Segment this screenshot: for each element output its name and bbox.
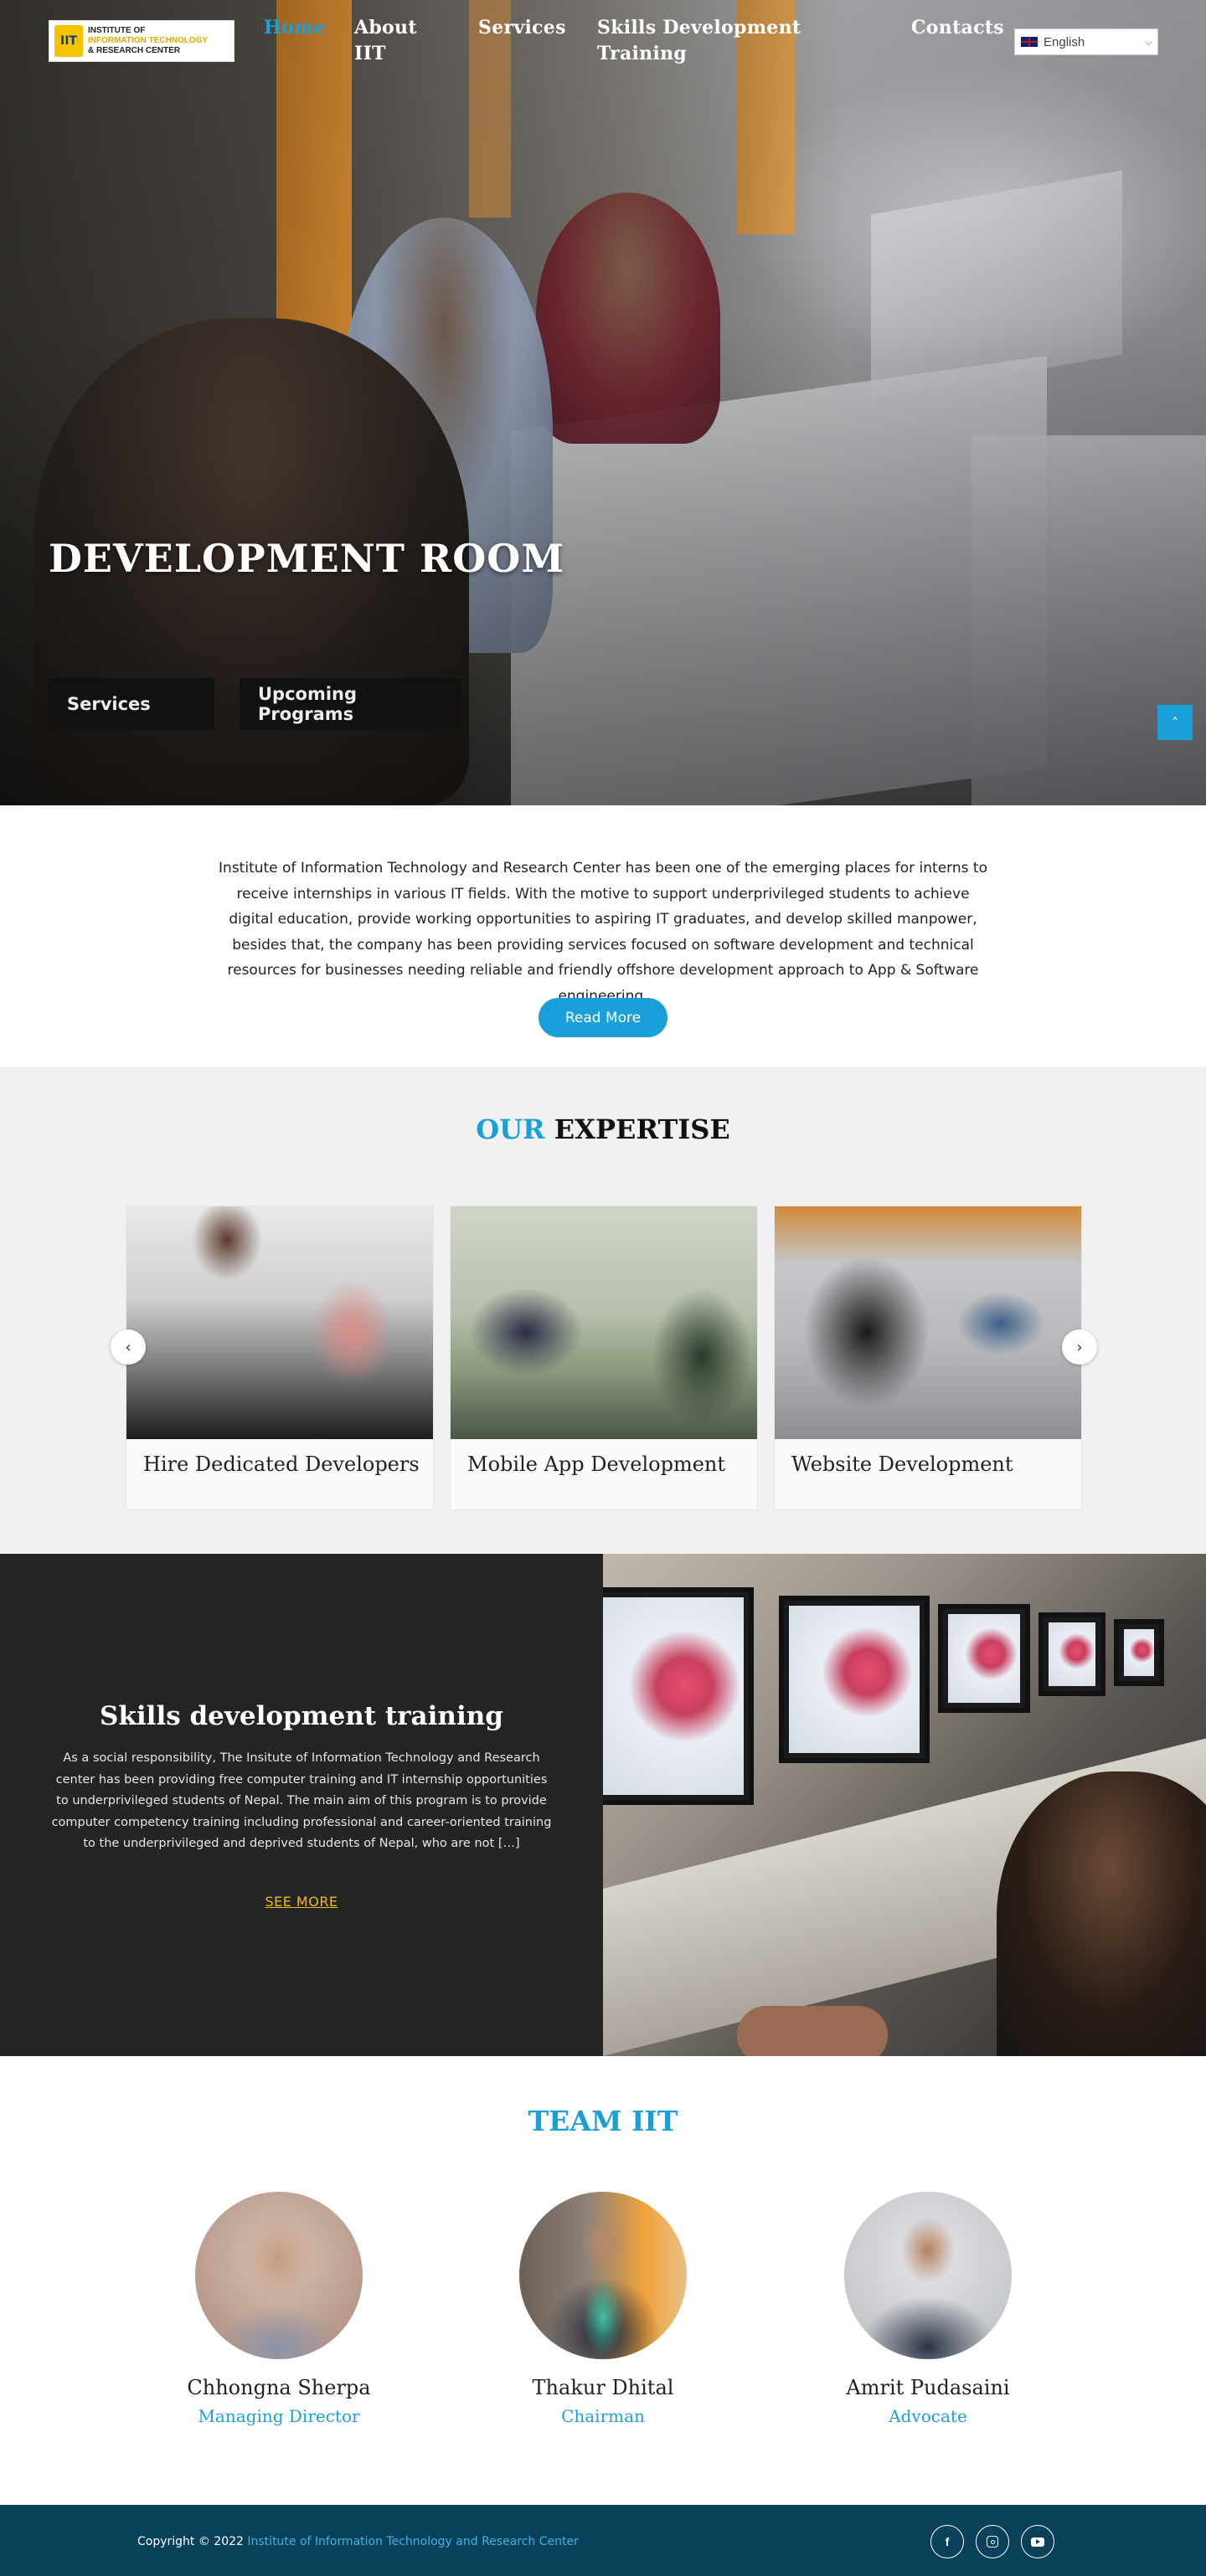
uk-flag-icon	[1020, 36, 1038, 48]
team-member-role: Advocate	[889, 2406, 967, 2426]
instagram-button[interactable]	[976, 2525, 1009, 2558]
site-logo[interactable]: IIT INSTITUTE OF INFORMATION TECHNOLOGY …	[49, 20, 234, 62]
team-member-role: Chairman	[561, 2406, 645, 2426]
logo-text-line: INFORMATION TECHNOLOGY	[88, 36, 209, 45]
copyright-text: Copyright © 2022 Institute of Informatio…	[137, 2535, 579, 2548]
hero-services-button[interactable]: Services	[49, 678, 214, 730]
team-member-role: Managing Director	[198, 2406, 360, 2426]
logo-text: INSTITUTE OF INFORMATION TECHNOLOGY & RE…	[88, 26, 208, 56]
hero-title: DEVELOPMENT ROOM	[49, 536, 565, 581]
footer-org-link[interactable]: Institute of Information Technology and …	[247, 2535, 578, 2548]
language-selected: English	[1044, 34, 1085, 49]
carousel-next-button[interactable]: ›	[1062, 1329, 1097, 1365]
skills-training-photo	[603, 1554, 1206, 2056]
carousel-prev-button[interactable]: ‹	[111, 1329, 146, 1365]
scroll-to-top-button[interactable]: ˄	[1157, 705, 1193, 740]
avatar	[519, 2192, 687, 2359]
youtube-icon	[1031, 2537, 1044, 2547]
see-more-row: SEE MORE	[0, 1894, 603, 1910]
hero-upcoming-programs-button[interactable]: Upcoming Programs	[240, 678, 461, 730]
expertise-card-caption: Mobile App Development	[467, 1453, 726, 1476]
photo-detail	[737, 2006, 888, 2056]
expertise-card-caption: Hire Dedicated Developers	[143, 1453, 420, 1476]
logo-emblem-icon: IIT	[54, 25, 83, 57]
nav-about-label: About	[354, 17, 417, 39]
copyright-label: Copyright © 2022	[137, 2535, 244, 2548]
team-member-name: Chhongna Sherpa	[187, 2376, 371, 2399]
expertise-card[interactable]: Hire Dedicated Developers	[126, 1206, 434, 1510]
nav-about[interactable]: About IIT	[354, 15, 417, 67]
skills-text: As a social responsibility, The Insitute…	[51, 1751, 552, 1850]
read-more-button[interactable]: Read More	[539, 998, 667, 1037]
team-member: Chhongna Sherpa Managing Director	[153, 2192, 405, 2426]
nav-services[interactable]: Services	[478, 15, 566, 41]
see-more-link[interactable]: SEE MORE	[265, 1894, 338, 1910]
photo-detail	[1114, 1619, 1164, 1686]
team-member-name: Amrit Pudasaini	[846, 2376, 1010, 2399]
chevron-down-icon: ⌵	[1144, 35, 1152, 48]
photo-detail	[603, 1587, 754, 1805]
nav-contacts[interactable]: Contacts	[911, 15, 1004, 41]
expertise-card[interactable]: Website Development	[774, 1206, 1082, 1510]
photo-detail	[938, 1604, 1030, 1713]
skills-title: Skills development training	[100, 1701, 503, 1731]
team-member: Amrit Pudasaini Advocate	[802, 2192, 1054, 2426]
instagram-icon	[987, 2536, 998, 2548]
avatar	[844, 2192, 1012, 2359]
team-member: Thakur Dhital Chairman	[477, 2192, 729, 2426]
chevron-left-icon: ‹	[125, 1338, 131, 1356]
nav-skills-label: Skills Development	[597, 17, 801, 39]
logo-text-line: INSTITUTE OF	[88, 26, 146, 35]
expertise-card[interactable]: Mobile App Development	[450, 1206, 758, 1510]
expertise-card-image	[775, 1206, 1081, 1439]
chevron-up-icon: ˄	[1172, 714, 1178, 731]
facebook-icon: f	[945, 2535, 950, 2548]
expertise-card-image	[451, 1206, 757, 1439]
photo-detail	[779, 1596, 930, 1763]
facebook-button[interactable]: f	[930, 2525, 964, 2558]
expertise-title-main: EXPERTISE	[554, 1113, 730, 1145]
expertise-title: OUR EXPERTISE	[0, 1113, 1206, 1145]
logo-text-line: & RESEARCH CENTER	[88, 46, 181, 55]
nav-home[interactable]: Home	[264, 15, 326, 41]
nav-about-label: IIT	[354, 43, 386, 64]
expertise-card-caption: Website Development	[791, 1453, 1013, 1476]
chevron-right-icon: ›	[1076, 1338, 1083, 1356]
nav-skills-label: Training	[597, 43, 688, 64]
expertise-card-image	[126, 1206, 433, 1439]
team-title: TEAM IIT	[528, 2105, 678, 2137]
photo-detail	[1038, 1612, 1106, 1696]
intro-text: Institute of Information Technology and …	[219, 860, 987, 1005]
language-select[interactable]: English ⌵	[1014, 28, 1158, 55]
expertise-title-accent: OUR	[476, 1113, 545, 1145]
team-member-name: Thakur Dhital	[532, 2376, 674, 2399]
avatar	[195, 2192, 363, 2359]
nav-skills-development-training[interactable]: Skills Development Training	[597, 15, 801, 67]
youtube-button[interactable]	[1021, 2525, 1054, 2558]
